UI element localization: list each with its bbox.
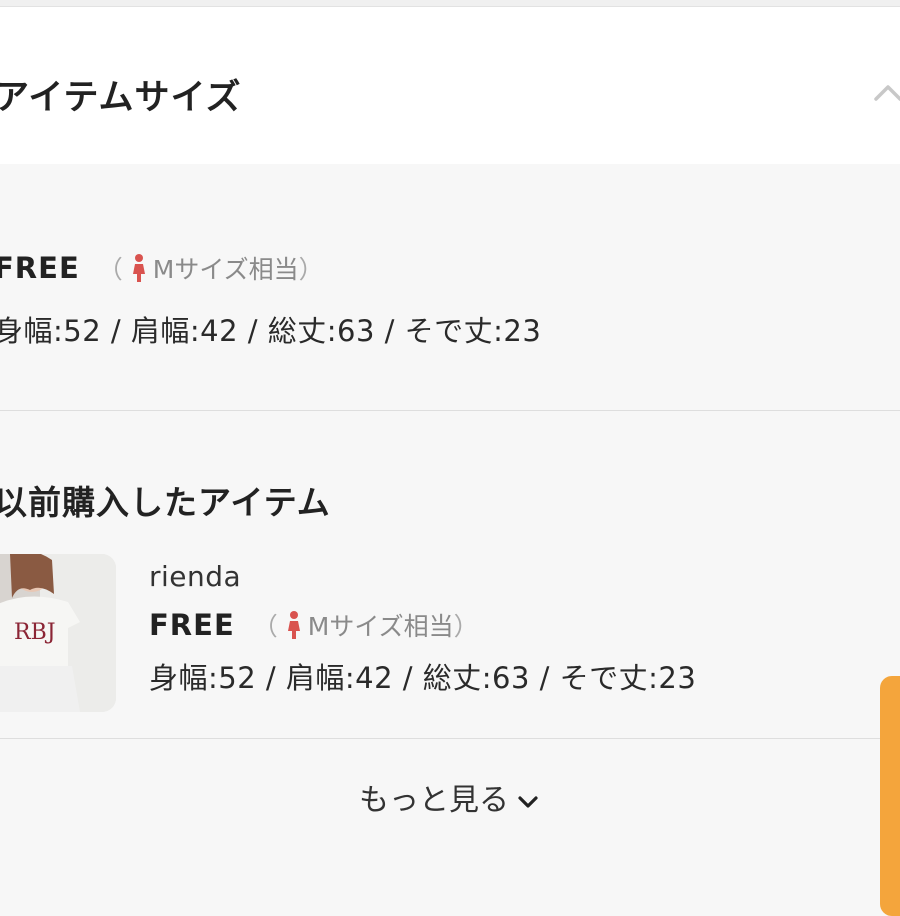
svg-text:RBJ: RBJ (14, 620, 56, 645)
size-equivalent: （ Mサイズ相当 ） (98, 250, 324, 286)
size-line: FREE （ Mサイズ相当 ） (0, 250, 874, 286)
equivalent-label: Mサイズ相当 (152, 255, 299, 284)
section-divider (0, 410, 900, 411)
paren-open: （ (97, 255, 123, 284)
floating-action-tab[interactable] (880, 676, 900, 916)
previous-purchases-title: 以前購入したアイテム (0, 483, 331, 522)
chevron-down-icon (518, 795, 538, 808)
item-size-info: FREE （ Mサイズ相当 ） 身幅:52 / 肩幅:42 / 総丈:63 / … (0, 250, 874, 350)
size-name: FREE (149, 608, 235, 642)
person-icon (132, 254, 145, 282)
more-button[interactable]: もっと見る (0, 775, 900, 819)
collapse-button[interactable] (868, 73, 900, 113)
paren-close: ） (453, 612, 479, 641)
item-measurements: 身幅:52 / 肩幅:42 / 総丈:63 / そで丈:23 (149, 661, 697, 695)
list-item[interactable]: rienda FREE （ Mサイズ相当 ） 身幅:52 / 肩幅:42 / 総… (149, 560, 696, 697)
section-title: アイテムサイズ (0, 78, 242, 118)
item-thumbnail[interactable]: RBJ (0, 554, 116, 712)
top-divider (0, 0, 900, 7)
chevron-up-icon (874, 85, 900, 101)
more-label: もっと見る (359, 783, 509, 818)
section-divider (0, 738, 900, 739)
person-icon (287, 611, 300, 639)
size-name: FREE (0, 251, 80, 285)
size-measurements: 身幅:52 / 肩幅:42 / 総丈:63 / そで丈:23 (0, 314, 542, 348)
paren-open: （ (252, 612, 278, 641)
equivalent-label: Mサイズ相当 (307, 612, 454, 641)
size-line: FREE （ Mサイズ相当 ） (149, 607, 696, 643)
product-photo: RBJ (0, 554, 116, 712)
section-header[interactable]: アイテムサイズ (0, 7, 900, 164)
paren-close: ） (298, 255, 324, 284)
size-equivalent: （ Mサイズ相当 ） (253, 607, 479, 643)
item-brand: rienda (149, 560, 242, 593)
